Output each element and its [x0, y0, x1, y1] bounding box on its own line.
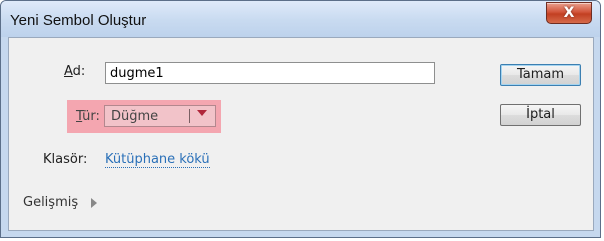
title-bar[interactable]: Yeni Sembol Oluştur X	[1, 1, 600, 37]
dialog-content: Ad: Tür: Düğme Klasör: Kütüphane kökü Ge…	[8, 37, 594, 231]
type-label: Tür:	[76, 109, 100, 124]
name-input[interactable]	[105, 62, 435, 84]
advanced-toggle-label[interactable]: Gelişmiş	[23, 195, 78, 210]
ok-button[interactable]: Tamam	[500, 64, 581, 86]
folder-link[interactable]: Kütüphane kökü	[105, 152, 210, 168]
name-label-text: d:	[72, 64, 86, 79]
triangle-right-icon[interactable]	[91, 198, 97, 208]
dialog-title: Yeni Sembol Oluştur	[10, 12, 147, 29]
type-row-highlight: Tür: Düğme	[67, 100, 221, 133]
name-label-access-key: A	[64, 64, 73, 79]
folder-label: Klasör:	[43, 152, 88, 167]
type-select[interactable]: Düğme	[104, 105, 216, 127]
close-button[interactable]: X	[546, 2, 592, 24]
new-symbol-dialog: Yeni Sembol Oluştur X Ad: Tür: Düğme Kla…	[0, 0, 601, 238]
close-icon: X	[563, 5, 575, 21]
type-select-value: Düğme	[111, 109, 159, 124]
type-label-text: ür:	[82, 109, 100, 124]
cancel-button[interactable]: İptal	[500, 104, 581, 126]
name-label: Ad:	[64, 64, 85, 79]
select-divider	[189, 109, 190, 123]
chevron-down-icon	[197, 110, 207, 116]
